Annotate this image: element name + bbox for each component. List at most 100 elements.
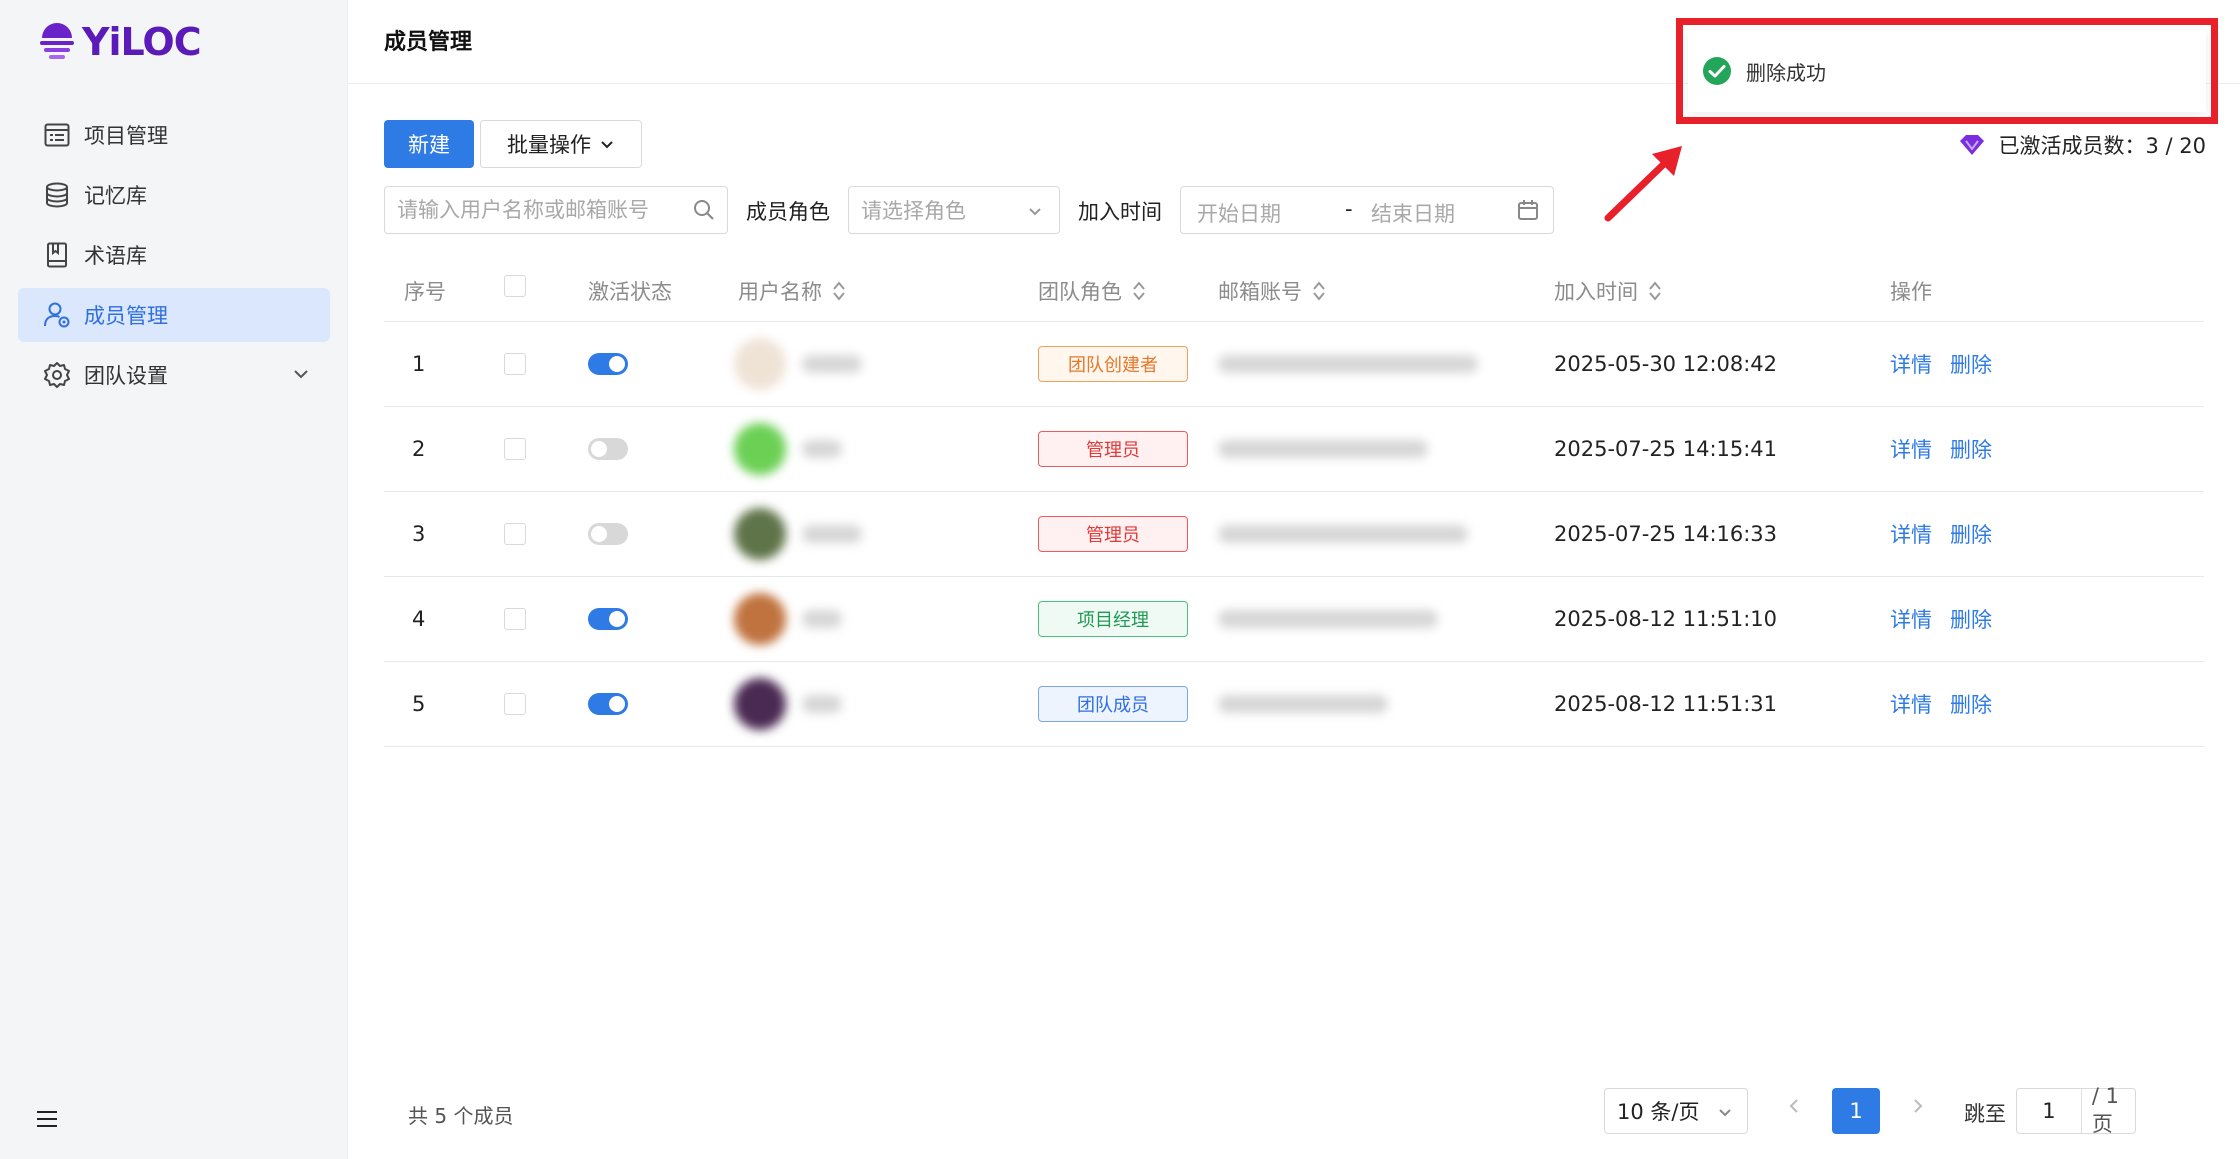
page-number-current[interactable]: 1 bbox=[1832, 1088, 1880, 1134]
date-range-picker[interactable]: 开始日期 - 结束日期 bbox=[1180, 186, 1554, 234]
page-title: 成员管理 bbox=[384, 30, 473, 55]
detail-link[interactable]: 详情 bbox=[1890, 689, 1932, 719]
header-role-label: 团队角色 bbox=[1038, 280, 1122, 304]
header-join-time[interactable]: 加入时间 bbox=[1554, 276, 1662, 306]
page-size-value: 10 条/页 bbox=[1617, 1100, 1700, 1124]
row-role: 团队成员 bbox=[1038, 662, 1188, 746]
sidebar-item-project[interactable]: 项目管理 bbox=[18, 108, 330, 162]
batch-operation-button[interactable]: 批量操作 bbox=[480, 120, 642, 168]
role-tag: 项目经理 bbox=[1038, 601, 1188, 637]
sidebar-item-label: 成员管理 bbox=[84, 304, 168, 328]
next-page-icon[interactable] bbox=[1910, 1094, 1926, 1122]
row-user bbox=[734, 407, 842, 491]
page-size-select[interactable]: 10 条/页 bbox=[1604, 1088, 1748, 1134]
status-toggle[interactable] bbox=[588, 693, 628, 715]
row-email bbox=[1218, 662, 1388, 746]
sort-icon bbox=[1312, 281, 1326, 301]
delete-link[interactable]: 删除 bbox=[1950, 349, 1992, 379]
join-time-filter-label: 加入时间 bbox=[1078, 200, 1162, 224]
row-role: 管理员 bbox=[1038, 492, 1188, 576]
row-actions: 详情 删除 bbox=[1890, 577, 2010, 661]
role-select-placeholder: 请选择角色 bbox=[861, 199, 966, 223]
email-redacted bbox=[1218, 610, 1438, 628]
sort-icon bbox=[1648, 281, 1662, 301]
select-all-checkbox[interactable] bbox=[504, 275, 526, 297]
sidebar-item-team-settings[interactable]: 团队设置 bbox=[18, 348, 330, 402]
row-checkbox[interactable] bbox=[504, 693, 526, 715]
role-tag: 管理员 bbox=[1038, 431, 1188, 467]
detail-link[interactable]: 详情 bbox=[1890, 349, 1932, 379]
header-email[interactable]: 邮箱账号 bbox=[1218, 276, 1326, 306]
logo[interactable]: YiLOC bbox=[38, 20, 202, 64]
row-status bbox=[588, 492, 628, 576]
avatar bbox=[734, 423, 786, 475]
avatar bbox=[734, 508, 786, 560]
delete-link[interactable]: 删除 bbox=[1950, 434, 1992, 464]
table-header: 序号 激活状态 用户名称 团队角色 邮箱账号 加入时间 操作 bbox=[384, 254, 2204, 322]
search-icon[interactable] bbox=[693, 199, 715, 221]
row-role: 项目经理 bbox=[1038, 577, 1188, 661]
row-status bbox=[588, 322, 628, 406]
row-join-time: 2025-08-12 11:51:31 bbox=[1554, 692, 1778, 716]
end-date-input[interactable]: 结束日期 bbox=[1371, 198, 1455, 228]
sidebar-item-label: 术语库 bbox=[84, 244, 147, 268]
delete-link[interactable]: 删除 bbox=[1950, 604, 1992, 634]
delete-link[interactable]: 删除 bbox=[1950, 519, 1992, 549]
row-select bbox=[504, 407, 526, 491]
database-icon bbox=[42, 180, 72, 210]
row-checkbox[interactable] bbox=[504, 523, 526, 545]
sidebar: YiLOC 项目管理 记忆库 术语库 成员管理 团队设置 bbox=[0, 0, 348, 1159]
header-role[interactable]: 团队角色 bbox=[1038, 276, 1146, 306]
avatar bbox=[734, 678, 786, 730]
row-user bbox=[734, 662, 842, 746]
sort-icon bbox=[1132, 281, 1146, 301]
row-status bbox=[588, 407, 628, 491]
header-join-time-label: 加入时间 bbox=[1554, 280, 1638, 304]
role-select[interactable]: 请选择角色 bbox=[848, 186, 1060, 234]
status-toggle[interactable] bbox=[588, 438, 628, 460]
row-email bbox=[1218, 577, 1438, 661]
row-checkbox[interactable] bbox=[504, 353, 526, 375]
header-select-all bbox=[504, 275, 526, 297]
row-user bbox=[734, 577, 842, 661]
row-role: 管理员 bbox=[1038, 407, 1188, 491]
avatar bbox=[734, 593, 786, 645]
row-index: 5 bbox=[412, 692, 426, 716]
sort-icon bbox=[832, 281, 846, 301]
detail-link[interactable]: 详情 bbox=[1890, 604, 1932, 634]
logo-text: YiLOC bbox=[82, 20, 202, 64]
jump-to-field[interactable]: 1 / 1 页 bbox=[2016, 1084, 2136, 1136]
active-members-count: 已激活成员数：3 / 20 bbox=[1958, 130, 2206, 160]
status-toggle[interactable] bbox=[588, 608, 628, 630]
jump-to-input[interactable]: 1 bbox=[2017, 1089, 2082, 1133]
row-email bbox=[1218, 322, 1478, 406]
table-row: 5 团队成员 2025-08-12 11:51:31 详情 删除 bbox=[384, 662, 2204, 747]
delete-link[interactable]: 删除 bbox=[1950, 689, 1992, 719]
row-status bbox=[588, 662, 628, 746]
search-input[interactable] bbox=[385, 187, 675, 233]
menu-toggle-icon[interactable] bbox=[36, 1110, 58, 1128]
chevron-down-icon bbox=[601, 141, 613, 149]
sidebar-item-members[interactable]: 成员管理 bbox=[18, 288, 330, 342]
header-username[interactable]: 用户名称 bbox=[738, 276, 846, 306]
new-member-button[interactable]: 新建 bbox=[384, 120, 474, 168]
row-user bbox=[734, 322, 862, 406]
project-list-icon bbox=[42, 120, 72, 150]
role-tag: 团队成员 bbox=[1038, 686, 1188, 722]
member-icon bbox=[42, 300, 72, 330]
row-checkbox[interactable] bbox=[504, 608, 526, 630]
active-members-label: 已激活成员数： bbox=[1998, 134, 2146, 158]
sidebar-item-glossary[interactable]: 术语库 bbox=[18, 228, 330, 282]
status-toggle[interactable] bbox=[588, 523, 628, 545]
row-checkbox[interactable] bbox=[504, 438, 526, 460]
detail-link[interactable]: 详情 bbox=[1890, 519, 1932, 549]
prev-page-icon[interactable] bbox=[1786, 1094, 1802, 1122]
status-toggle[interactable] bbox=[588, 353, 628, 375]
sidebar-item-memory[interactable]: 记忆库 bbox=[18, 168, 330, 222]
chevron-down-icon bbox=[1719, 1109, 1731, 1117]
row-user bbox=[734, 492, 862, 576]
start-date-input[interactable]: 开始日期 bbox=[1197, 198, 1281, 228]
detail-link[interactable]: 详情 bbox=[1890, 434, 1932, 464]
logo-icon bbox=[40, 23, 74, 59]
row-index: 2 bbox=[412, 437, 426, 461]
